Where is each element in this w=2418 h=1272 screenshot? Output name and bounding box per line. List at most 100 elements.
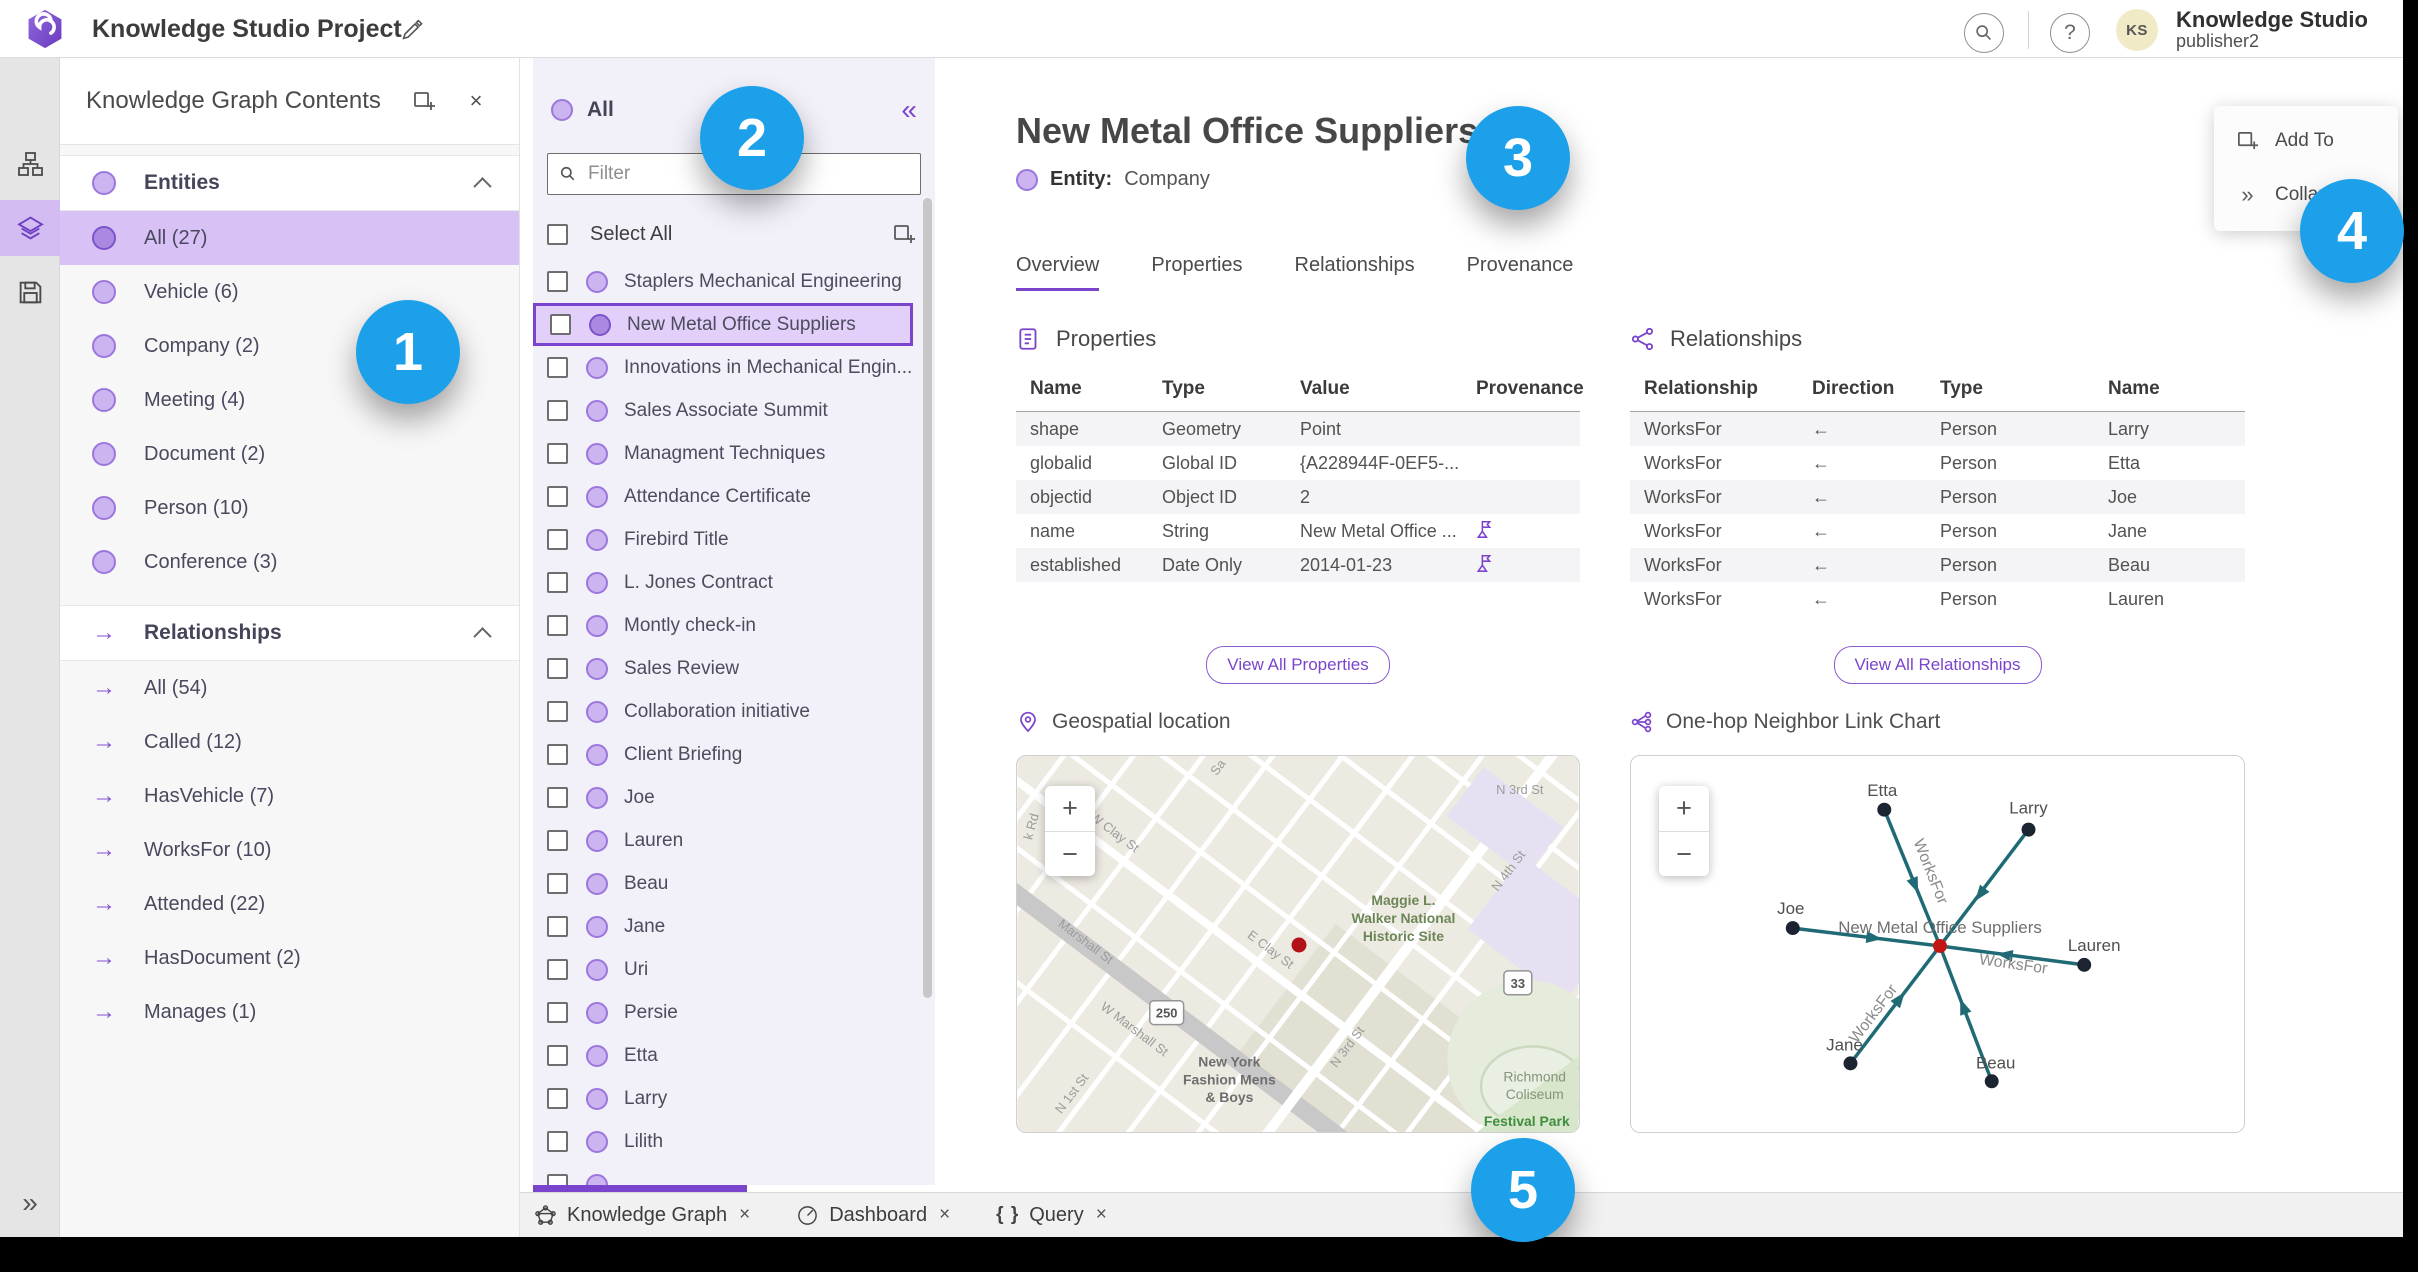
select-all-checkbox[interactable] xyxy=(547,223,568,245)
item-checkbox[interactable] xyxy=(547,1088,568,1109)
add-to-map-button[interactable] xyxy=(887,217,921,251)
tab-dashboard[interactable]: Dashboard × xyxy=(796,1204,950,1227)
entity-category-item[interactable]: All (27) xyxy=(60,211,519,265)
graph-node[interactable] xyxy=(1877,802,1892,817)
add-to-menu-item[interactable]: Add To xyxy=(2214,114,2398,167)
item-checkbox[interactable] xyxy=(547,486,568,507)
entity-instance-item[interactable]: Managment Techniques xyxy=(533,432,913,475)
entity-instance-item[interactable]: Beau xyxy=(533,862,913,905)
related-entity-link[interactable]: Lauren xyxy=(2094,582,2245,617)
entity-instance-item[interactable]: Attendance Certificate xyxy=(533,475,913,518)
relationship-link[interactable]: WorksFor xyxy=(1630,548,1798,583)
relationships-section-header[interactable]: → Relationships xyxy=(60,605,519,661)
close-tab-icon[interactable]: × xyxy=(939,1204,950,1226)
contents-rail-button[interactable] xyxy=(0,200,60,256)
item-checkbox[interactable] xyxy=(547,357,568,378)
view-all-properties-button[interactable]: View All Properties xyxy=(1206,646,1390,684)
related-entity-link[interactable]: Beau xyxy=(2094,548,2245,583)
relationship-category-item[interactable]: → All (54) xyxy=(60,661,519,715)
entity-instance-item[interactable]: Firebird Title xyxy=(533,518,913,561)
provenance-flag-icon[interactable] xyxy=(1462,546,1580,585)
link-chart-canvas[interactable]: WorksFor WorksFor WorksFor Etta Larry Jo… xyxy=(1631,756,2244,1132)
entity-instance-item[interactable]: L. Jones Contract xyxy=(533,561,913,604)
collapse-panel-icon[interactable]: « xyxy=(901,94,917,126)
item-checkbox[interactable] xyxy=(547,1174,568,1185)
entity-instance-item[interactable]: Joe xyxy=(533,776,913,819)
entity-instance-item[interactable]: Sales Associate Summit xyxy=(533,389,913,432)
detail-tab[interactable]: Provenance xyxy=(1467,254,1574,291)
entity-instance-item[interactable]: Jane xyxy=(533,905,913,948)
item-checkbox[interactable] xyxy=(547,615,568,636)
related-entity-link[interactable]: Etta xyxy=(2094,446,2245,481)
item-checkbox[interactable] xyxy=(547,658,568,679)
related-entity-link[interactable]: Jane xyxy=(2094,514,2245,549)
item-checkbox[interactable] xyxy=(547,959,568,980)
detail-tab[interactable]: Overview xyxy=(1016,254,1100,291)
relationship-link[interactable]: WorksFor xyxy=(1630,582,1798,617)
graph-node[interactable] xyxy=(2077,957,2092,972)
vertical-scrollbar[interactable] xyxy=(923,198,932,998)
entity-instance-item[interactable]: Larry xyxy=(533,1077,913,1120)
related-entity-link[interactable]: Joe xyxy=(2094,480,2245,515)
link-chart-card[interactable]: WorksFor WorksFor WorksFor Etta Larry Jo… xyxy=(1630,755,2245,1133)
entity-instance-item[interactable]: Staplers Mechanical Engineering xyxy=(533,260,913,303)
relationship-link[interactable]: WorksFor xyxy=(1630,514,1798,549)
center-graph-node[interactable] xyxy=(1933,939,1947,953)
view-all-relationships-button[interactable]: View All Relationships xyxy=(1833,646,2042,684)
close-tab-icon[interactable]: × xyxy=(1096,1204,1107,1226)
item-checkbox[interactable] xyxy=(547,787,568,808)
entities-section-header[interactable]: Entities xyxy=(60,155,519,211)
entity-instance-item[interactable]: Lilith xyxy=(533,1120,913,1163)
graph-node[interactable] xyxy=(2021,822,2036,837)
zoom-out-button[interactable]: − xyxy=(1045,831,1095,876)
relationship-category-item[interactable]: → Attended (22) xyxy=(60,877,519,931)
help-button[interactable]: ? xyxy=(2050,13,2090,53)
entity-instance-item[interactable]: Persie xyxy=(533,991,913,1034)
related-entity-link[interactable]: Larry xyxy=(2094,412,2245,447)
edit-title-icon[interactable] xyxy=(400,16,426,42)
graph-node[interactable] xyxy=(1785,921,1800,936)
entity-instance-item[interactable]: Lauren xyxy=(533,819,913,862)
data-model-rail-button[interactable] xyxy=(0,136,60,192)
detail-tab[interactable]: Properties xyxy=(1151,254,1242,291)
relationship-category-item[interactable]: → WorksFor (10) xyxy=(60,823,519,877)
item-checkbox[interactable] xyxy=(547,744,568,765)
detail-tab[interactable]: Relationships xyxy=(1295,254,1415,291)
relationship-category-item[interactable]: → Manages (1) xyxy=(60,985,519,1039)
graph-node[interactable] xyxy=(1984,1074,1999,1089)
relationship-link[interactable]: WorksFor xyxy=(1630,446,1798,481)
tab-query[interactable]: { } Query × xyxy=(996,1204,1107,1227)
zoom-in-button[interactable]: + xyxy=(1659,786,1709,831)
zoom-out-button[interactable]: − xyxy=(1659,831,1709,876)
map-card[interactable]: W Clay St Sa Marshall St W Marshall St E… xyxy=(1016,755,1580,1133)
item-checkbox[interactable] xyxy=(547,701,568,722)
entity-category-item[interactable]: Document (2) xyxy=(60,427,519,481)
item-checkbox[interactable] xyxy=(547,400,568,421)
add-to-map-button[interactable] xyxy=(407,84,441,118)
item-checkbox[interactable] xyxy=(547,916,568,937)
entity-category-item[interactable]: Person (10) xyxy=(60,481,519,535)
expand-rail-button[interactable]: » xyxy=(0,1187,60,1219)
close-panel-button[interactable]: × xyxy=(459,84,493,118)
entity-instance-item[interactable]: Etta xyxy=(533,1034,913,1077)
zoom-in-button[interactable]: + xyxy=(1045,786,1095,831)
graph-node[interactable] xyxy=(1843,1056,1858,1071)
relationship-link[interactable]: WorksFor xyxy=(1630,412,1798,447)
item-checkbox[interactable] xyxy=(547,1045,568,1066)
relationship-link[interactable]: WorksFor xyxy=(1630,480,1798,515)
entity-instance-item[interactable]: Collaboration initiative xyxy=(533,690,913,733)
entity-instance-item[interactable]: Uri xyxy=(533,948,913,991)
search-button[interactable] xyxy=(1964,13,2004,53)
entity-instance-item[interactable]: Sales Review xyxy=(533,647,913,690)
user-avatar[interactable]: KS xyxy=(2116,9,2158,51)
item-checkbox[interactable] xyxy=(547,873,568,894)
item-checkbox[interactable] xyxy=(547,271,568,292)
entity-category-item[interactable]: Vehicle (6) xyxy=(60,265,519,319)
item-checkbox[interactable] xyxy=(550,314,571,335)
item-checkbox[interactable] xyxy=(547,1002,568,1023)
entity-category-item[interactable]: Conference (3) xyxy=(60,535,519,589)
item-checkbox[interactable] xyxy=(547,1131,568,1152)
save-rail-button[interactable] xyxy=(0,264,60,320)
tab-knowledge-graph[interactable]: Knowledge Graph × xyxy=(534,1204,750,1227)
item-checkbox[interactable] xyxy=(547,443,568,464)
